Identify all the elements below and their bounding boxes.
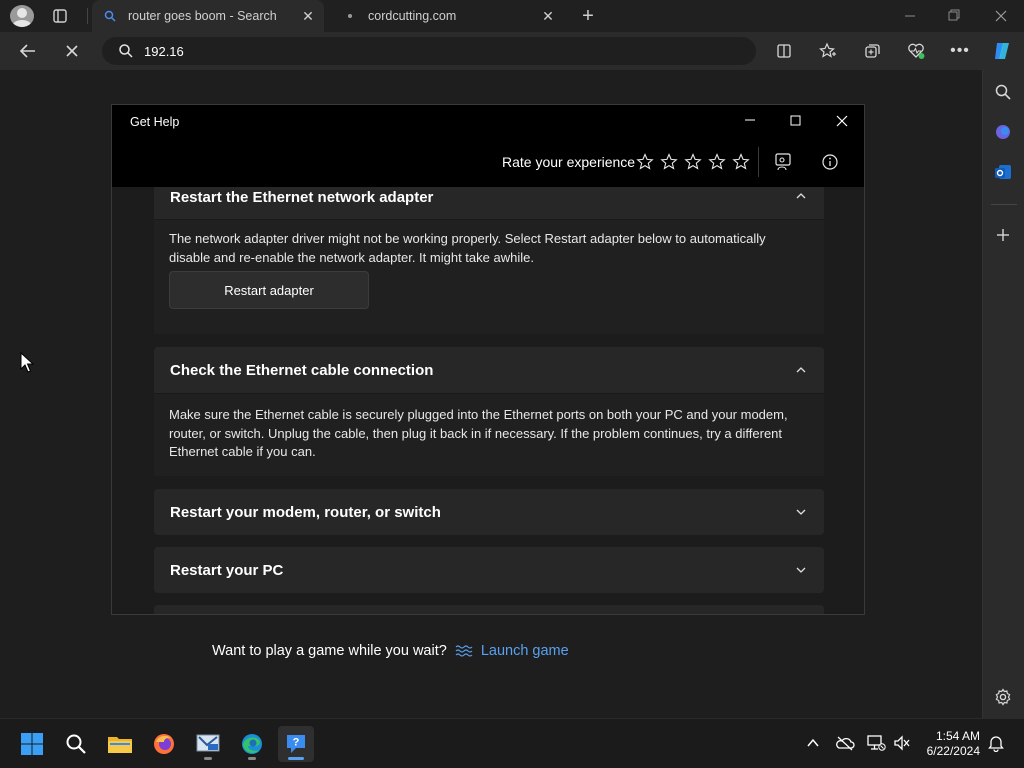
file-explorer-icon[interactable]: [102, 726, 138, 762]
clock-time: 1:54 AM: [935, 729, 980, 743]
section-heading[interactable]: Restart the Ethernet network adapter: [170, 189, 433, 206]
more-options-icon[interactable]: •••: [944, 37, 976, 65]
back-button[interactable]: [12, 37, 44, 65]
restart-adapter-button[interactable]: Restart adapter: [169, 271, 369, 309]
section-next: [154, 605, 824, 614]
section-heading[interactable]: Check the Ethernet cable connection: [170, 362, 433, 379]
close-tab-icon[interactable]: ✕: [300, 8, 316, 24]
chevron-up-icon[interactable]: [794, 189, 808, 203]
active-indicator: [288, 757, 304, 760]
tab-title: cordcutting.com: [368, 9, 457, 23]
windows-taskbar: ? 1:54 AM 6/22/2024: [0, 718, 1024, 768]
section-body: Make sure the Ethernet cable is securely…: [154, 393, 824, 476]
section-heading[interactable]: Restart your PC: [170, 562, 283, 579]
system-clock[interactable]: 1:54 AM 6/22/2024: [927, 729, 980, 759]
star-2-icon[interactable]: [660, 153, 678, 171]
section-heading[interactable]: Restart your modem, router, or switch: [170, 504, 441, 521]
browser-essentials-icon[interactable]: [900, 37, 932, 65]
section-restart-pc[interactable]: Restart your PC: [154, 547, 824, 593]
get-help-window: Get Help Rate your experience Restart th…: [111, 104, 865, 615]
onedrive-icon[interactable]: [835, 733, 855, 753]
window-title: Get Help: [130, 115, 180, 129]
header-divider: [758, 147, 759, 177]
loading-dot-icon: [342, 8, 358, 24]
section-text: The network adapter driver might not be …: [169, 231, 766, 265]
star-3-icon[interactable]: [684, 153, 702, 171]
add-sidebar-app-button[interactable]: [994, 226, 1012, 244]
copilot-sidebar-icon[interactable]: [994, 123, 1012, 141]
waves-icon: [455, 644, 473, 658]
close-tab-icon[interactable]: ✕: [540, 8, 556, 24]
chevron-up-icon[interactable]: [794, 363, 808, 377]
taskbar-search-icon[interactable]: [58, 726, 94, 762]
outlook-icon[interactable]: [994, 163, 1012, 181]
section-text: Make sure the Ethernet cable is securely…: [169, 407, 788, 459]
browser-tab-strip: router goes boom - Search ✕ cordcutting.…: [0, 0, 1024, 32]
section-restart-modem[interactable]: Restart your modem, router, or switch: [154, 489, 824, 535]
split-screen-icon[interactable]: [768, 37, 800, 65]
tab-title: router goes boom - Search: [128, 9, 277, 23]
copilot-icon[interactable]: [986, 37, 1018, 65]
firefox-icon[interactable]: [146, 726, 182, 762]
mouse-cursor-icon: [20, 351, 35, 379]
get-help-content: Restart the Ethernet network adapter The…: [112, 187, 864, 614]
section-body: The network adapter driver might not be …: [154, 219, 824, 334]
close-window-button[interactable]: [834, 113, 850, 129]
notification-bell-icon[interactable]: [986, 733, 1006, 753]
info-icon[interactable]: [819, 151, 841, 173]
rate-experience-label: Rate your experience: [502, 154, 636, 170]
search-icon[interactable]: [994, 83, 1012, 101]
search-icon: [118, 43, 134, 59]
address-text: 192.16: [144, 43, 184, 59]
running-indicator: [248, 757, 256, 760]
game-prompt: Want to play a game while you wait? Laun…: [212, 643, 569, 659]
get-help-header: Rate your experience: [112, 139, 864, 187]
minimize-window-button[interactable]: [742, 113, 758, 129]
gear-icon[interactable]: [994, 688, 1012, 706]
volume-muted-icon[interactable]: [892, 733, 912, 753]
search-icon: [102, 8, 118, 24]
tab-cordcutting[interactable]: cordcutting.com ✕: [330, 0, 564, 32]
tab-router-search[interactable]: router goes boom - Search ✕: [92, 0, 324, 32]
clock-date: 6/22/2024: [926, 744, 980, 758]
get-help-taskbar-icon[interactable]: ?: [278, 726, 314, 762]
section-check-cable: Check the Ethernet cable connection Make…: [154, 347, 824, 476]
favorites-icon[interactable]: [812, 37, 844, 65]
star-4-icon[interactable]: [708, 153, 726, 171]
star-1-icon[interactable]: [636, 153, 654, 171]
edge-sidebar: [982, 70, 1024, 718]
maximize-window-button[interactable]: [788, 113, 804, 129]
restore-browser-button[interactable]: [946, 6, 962, 26]
running-indicator: [204, 757, 212, 760]
game-prompt-text: Want to play a game while you wait?: [212, 643, 447, 659]
chevron-up-icon[interactable]: [803, 733, 823, 753]
new-tab-button[interactable]: +: [578, 6, 598, 26]
network-disconnected-icon[interactable]: [866, 733, 886, 753]
collections-icon[interactable]: [856, 37, 888, 65]
start-button[interactable]: [14, 726, 50, 762]
tab-divider: [87, 8, 88, 24]
address-bar[interactable]: 192.16: [102, 37, 756, 65]
close-browser-button[interactable]: [993, 8, 1009, 24]
stop-loading-button[interactable]: [56, 37, 88, 65]
get-help-titlebar: Get Help: [112, 105, 864, 139]
feedback-icon[interactable]: [772, 151, 794, 173]
sidebar-divider: [991, 204, 1017, 205]
svg-text:?: ?: [293, 737, 300, 749]
network-app-icon[interactable]: [190, 726, 226, 762]
edge-icon[interactable]: [234, 726, 270, 762]
chevron-down-icon[interactable]: [794, 505, 808, 519]
profile-avatar[interactable]: [10, 5, 34, 27]
tab-actions-icon[interactable]: [52, 8, 68, 24]
minimize-browser-button[interactable]: [902, 6, 918, 26]
launch-game-link[interactable]: Launch game: [481, 643, 569, 659]
chevron-down-icon[interactable]: [794, 563, 808, 577]
section-restart-adapter: Restart the Ethernet network adapter The…: [154, 187, 824, 334]
star-5-icon[interactable]: [732, 153, 750, 171]
